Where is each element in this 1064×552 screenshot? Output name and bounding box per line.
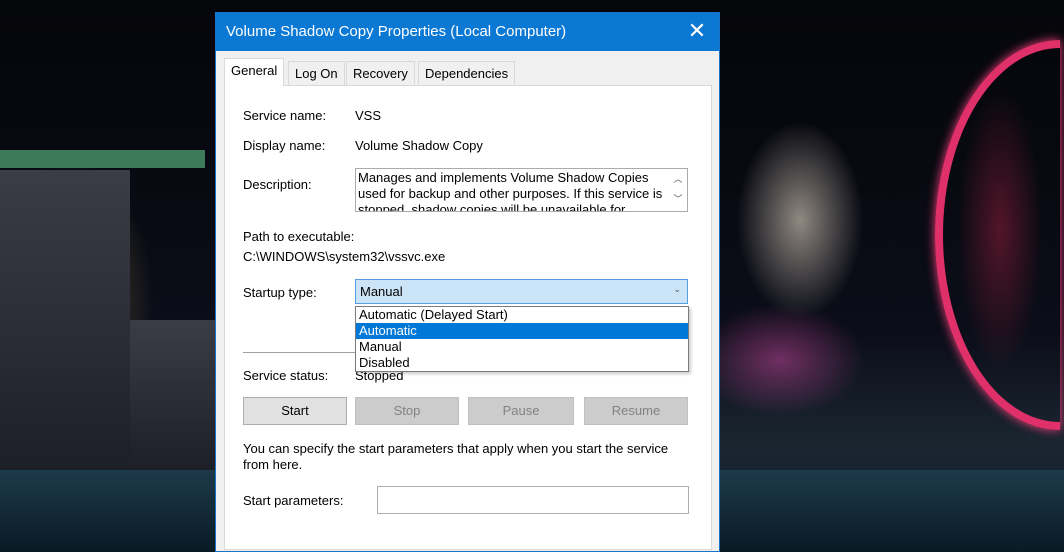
startup-type-value: Manual xyxy=(360,284,403,299)
option-automatic-delayed[interactable]: Automatic (Delayed Start) xyxy=(356,307,688,323)
start-params-label: Start parameters: xyxy=(243,493,344,508)
startup-type-label: Startup type: xyxy=(243,285,317,300)
chevron-down-icon: ⌄ xyxy=(673,284,681,294)
properties-dialog: Volume Shadow Copy Properties (Local Com… xyxy=(215,12,720,552)
description-label: Description: xyxy=(243,177,312,192)
start-params-input[interactable] xyxy=(377,486,689,514)
option-disabled[interactable]: Disabled xyxy=(356,355,688,371)
option-automatic[interactable]: Automatic xyxy=(356,323,688,339)
start-button[interactable]: Start xyxy=(243,397,347,425)
close-icon[interactable]: ✕ xyxy=(685,19,709,43)
pause-button[interactable]: Pause xyxy=(468,397,574,425)
display-name-label: Display name: xyxy=(243,138,326,153)
tab-dependencies[interactable]: Dependencies xyxy=(418,61,516,85)
description-textbox[interactable]: Manages and implements Volume Shadow Cop… xyxy=(355,168,688,212)
background-skypark xyxy=(0,150,205,168)
scroll-down-icon[interactable]: ﹀ xyxy=(669,189,687,209)
path-value: C:\WINDOWS\system32\vssvc.exe xyxy=(243,249,446,264)
background-building xyxy=(0,170,130,470)
tab-log-on[interactable]: Log On xyxy=(288,61,345,85)
start-params-hint: You can specify the start parameters tha… xyxy=(243,441,669,472)
general-panel: Service name: VSS Display name: Volume S… xyxy=(224,85,712,550)
background-ferris-wheel xyxy=(935,40,1060,430)
scroll-up-icon[interactable]: ︿ xyxy=(669,169,687,189)
tab-recovery[interactable]: Recovery xyxy=(346,61,415,85)
path-label: Path to executable: xyxy=(243,229,355,244)
dialog-title: Volume Shadow Copy Properties (Local Com… xyxy=(226,23,567,40)
startup-type-select[interactable]: Manual ⌄ xyxy=(355,279,688,304)
startup-type-dropdown: Automatic (Delayed Start) Automatic Manu… xyxy=(355,306,689,372)
divider xyxy=(243,352,363,353)
service-name-label: Service name: xyxy=(243,108,327,123)
description-text: Manages and implements Volume Shadow Cop… xyxy=(358,170,663,212)
display-name-value: Volume Shadow Copy xyxy=(355,138,483,153)
service-name-value: VSS xyxy=(355,108,382,123)
resume-button[interactable]: Resume xyxy=(584,397,688,425)
service-status-label: Service status: xyxy=(243,368,329,383)
background-building xyxy=(130,320,215,470)
description-scrollbar[interactable]: ︿ ﹀ xyxy=(669,169,687,211)
tab-general[interactable]: General xyxy=(224,58,285,86)
stop-button[interactable]: Stop xyxy=(355,397,459,425)
title-bar[interactable]: Volume Shadow Copy Properties (Local Com… xyxy=(216,13,719,51)
option-manual[interactable]: Manual xyxy=(356,339,688,355)
